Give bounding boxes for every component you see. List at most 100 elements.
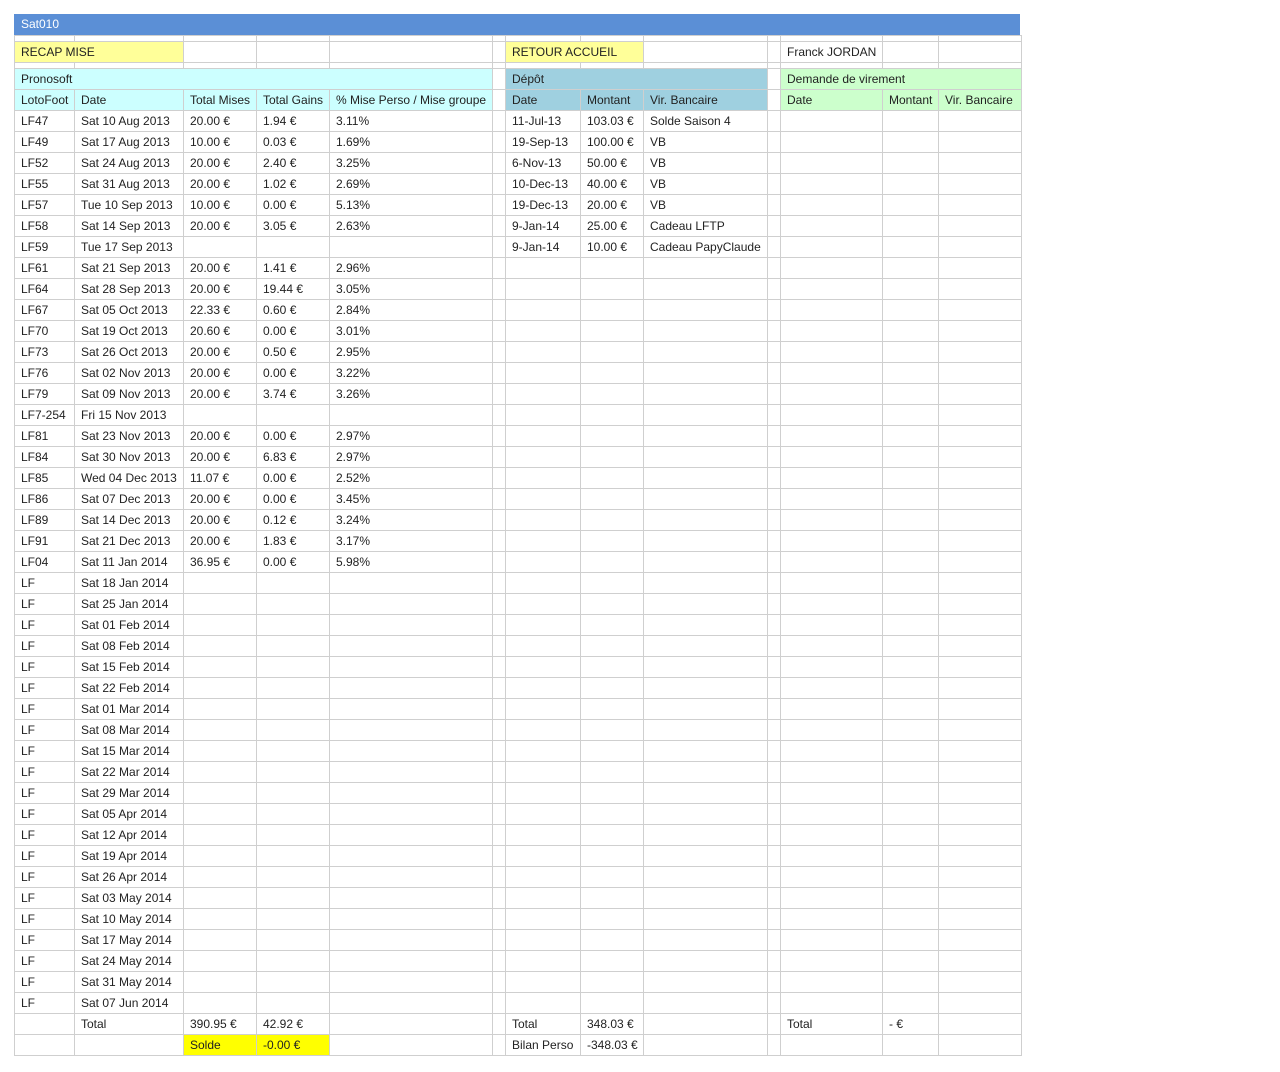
- pronosoft-cell[interactable]: LF: [14, 740, 75, 762]
- pronosoft-cell[interactable]: 2.52%: [329, 467, 493, 489]
- empty-cell[interactable]: [580, 971, 644, 993]
- pronosoft-cell[interactable]: LF61: [14, 257, 75, 279]
- empty-cell[interactable]: [505, 593, 581, 615]
- pronosoft-cell[interactable]: [183, 803, 257, 825]
- pronosoft-cell[interactable]: [183, 236, 257, 258]
- empty-cell[interactable]: [580, 803, 644, 825]
- virement-cell[interactable]: [938, 887, 1022, 909]
- virement-cell[interactable]: [780, 110, 883, 132]
- pronosoft-cell[interactable]: 0.00 €: [256, 425, 330, 447]
- empty-cell[interactable]: [643, 677, 768, 699]
- depot-cell[interactable]: 9-Jan-14: [505, 215, 581, 237]
- virement-cell[interactable]: [938, 572, 1022, 594]
- empty-cell[interactable]: [643, 299, 768, 321]
- empty-cell[interactable]: [580, 572, 644, 594]
- virement-cell[interactable]: [780, 803, 883, 825]
- pronosoft-cell[interactable]: 20.00 €: [183, 215, 257, 237]
- pronosoft-cell[interactable]: [329, 677, 493, 699]
- virement-cell[interactable]: [882, 782, 939, 804]
- empty-cell[interactable]: [643, 509, 768, 531]
- depot-total-value[interactable]: 348.03 €: [580, 1013, 644, 1035]
- pronosoft-cell[interactable]: Sat 11 Jan 2014: [74, 551, 184, 573]
- pronosoft-cell[interactable]: Sat 28 Sep 2013: [74, 278, 184, 300]
- empty-cell[interactable]: [580, 446, 644, 468]
- depot-cell[interactable]: Cadeau PapyClaude: [643, 236, 768, 258]
- virement-cell[interactable]: [882, 215, 939, 237]
- depot-cell[interactable]: 100.00 €: [580, 131, 644, 153]
- pronosoft-cell[interactable]: Sat 21 Sep 2013: [74, 257, 184, 279]
- empty-cell[interactable]: [580, 299, 644, 321]
- virement-cell[interactable]: [780, 656, 883, 678]
- virement-cell[interactable]: [780, 383, 883, 405]
- depot-cell[interactable]: 19-Sep-13: [505, 131, 581, 153]
- virement-total-label[interactable]: Total: [780, 1013, 883, 1035]
- pronosoft-cell[interactable]: LF58: [14, 215, 75, 237]
- pronosoft-cell[interactable]: 2.63%: [329, 215, 493, 237]
- empty-cell[interactable]: [580, 866, 644, 888]
- virement-cell[interactable]: [780, 215, 883, 237]
- pronosoft-cell[interactable]: 0.50 €: [256, 341, 330, 363]
- pronosoft-cell[interactable]: [183, 404, 257, 426]
- depot-cell[interactable]: Cadeau LFTP: [643, 215, 768, 237]
- pronosoft-cell[interactable]: 20.00 €: [183, 110, 257, 132]
- pronosoft-cell[interactable]: 20.00 €: [183, 488, 257, 510]
- empty-cell[interactable]: [505, 278, 581, 300]
- empty-cell[interactable]: [505, 551, 581, 573]
- virement-cell[interactable]: [882, 320, 939, 342]
- pronosoft-cell[interactable]: [256, 635, 330, 657]
- empty-cell[interactable]: [938, 1013, 1022, 1035]
- pronosoft-cell[interactable]: LF: [14, 845, 75, 867]
- empty-cell[interactable]: [938, 41, 1022, 63]
- pronosoft-cell[interactable]: 1.69%: [329, 131, 493, 153]
- virement-title[interactable]: Demande de virement: [780, 68, 1022, 90]
- empty-cell[interactable]: [580, 257, 644, 279]
- virement-cell[interactable]: [938, 446, 1022, 468]
- virement-cell[interactable]: [780, 929, 883, 951]
- virement-cell[interactable]: [938, 677, 1022, 699]
- empty-cell[interactable]: [505, 866, 581, 888]
- virement-cell[interactable]: [882, 698, 939, 720]
- empty-cell[interactable]: [505, 719, 581, 741]
- virement-cell[interactable]: [882, 362, 939, 384]
- pronosoft-cell[interactable]: [329, 887, 493, 909]
- pronosoft-cell[interactable]: Sat 21 Dec 2013: [74, 530, 184, 552]
- empty-cell[interactable]: [643, 761, 768, 783]
- virement-cell[interactable]: [938, 656, 1022, 678]
- virement-cell[interactable]: [938, 635, 1022, 657]
- empty-cell[interactable]: [580, 614, 644, 636]
- pronosoft-cell[interactable]: 3.11%: [329, 110, 493, 132]
- pronosoft-cell[interactable]: [256, 572, 330, 594]
- empty-cell[interactable]: [643, 719, 768, 741]
- pronosoft-cell[interactable]: [183, 572, 257, 594]
- virement-cell[interactable]: [882, 614, 939, 636]
- virement-cell[interactable]: [938, 866, 1022, 888]
- virement-cell[interactable]: [882, 404, 939, 426]
- pronosoft-cell[interactable]: [329, 971, 493, 993]
- pronosoft-cell[interactable]: LF85: [14, 467, 75, 489]
- virement-cell[interactable]: [780, 845, 883, 867]
- virement-cell[interactable]: [780, 908, 883, 930]
- pronosoft-cell[interactable]: LF: [14, 971, 75, 993]
- virement-cell[interactable]: [780, 320, 883, 342]
- pronosoft-cell[interactable]: LF: [14, 677, 75, 699]
- pronosoft-cell[interactable]: [183, 782, 257, 804]
- empty-cell[interactable]: [505, 908, 581, 930]
- pronosoft-cell[interactable]: 3.05%: [329, 278, 493, 300]
- empty-cell[interactable]: [643, 614, 768, 636]
- pronosoft-cell[interactable]: [329, 656, 493, 678]
- empty-cell[interactable]: [580, 740, 644, 762]
- virement-cell[interactable]: [882, 110, 939, 132]
- pronosoft-total-gains[interactable]: 42.92 €: [256, 1013, 330, 1035]
- empty-cell[interactable]: [643, 446, 768, 468]
- virement-cell[interactable]: [780, 362, 883, 384]
- empty-cell[interactable]: [505, 635, 581, 657]
- pronosoft-cell[interactable]: [256, 593, 330, 615]
- pronosoft-cell[interactable]: [329, 908, 493, 930]
- pronosoft-cell[interactable]: 1.41 €: [256, 257, 330, 279]
- pronosoft-cell[interactable]: [329, 803, 493, 825]
- virement-total-value[interactable]: - €: [882, 1013, 939, 1035]
- empty-cell[interactable]: [505, 362, 581, 384]
- pronosoft-cell[interactable]: Sat 19 Oct 2013: [74, 320, 184, 342]
- pronosoft-cell[interactable]: [256, 677, 330, 699]
- pronosoft-cell[interactable]: 0.00 €: [256, 194, 330, 216]
